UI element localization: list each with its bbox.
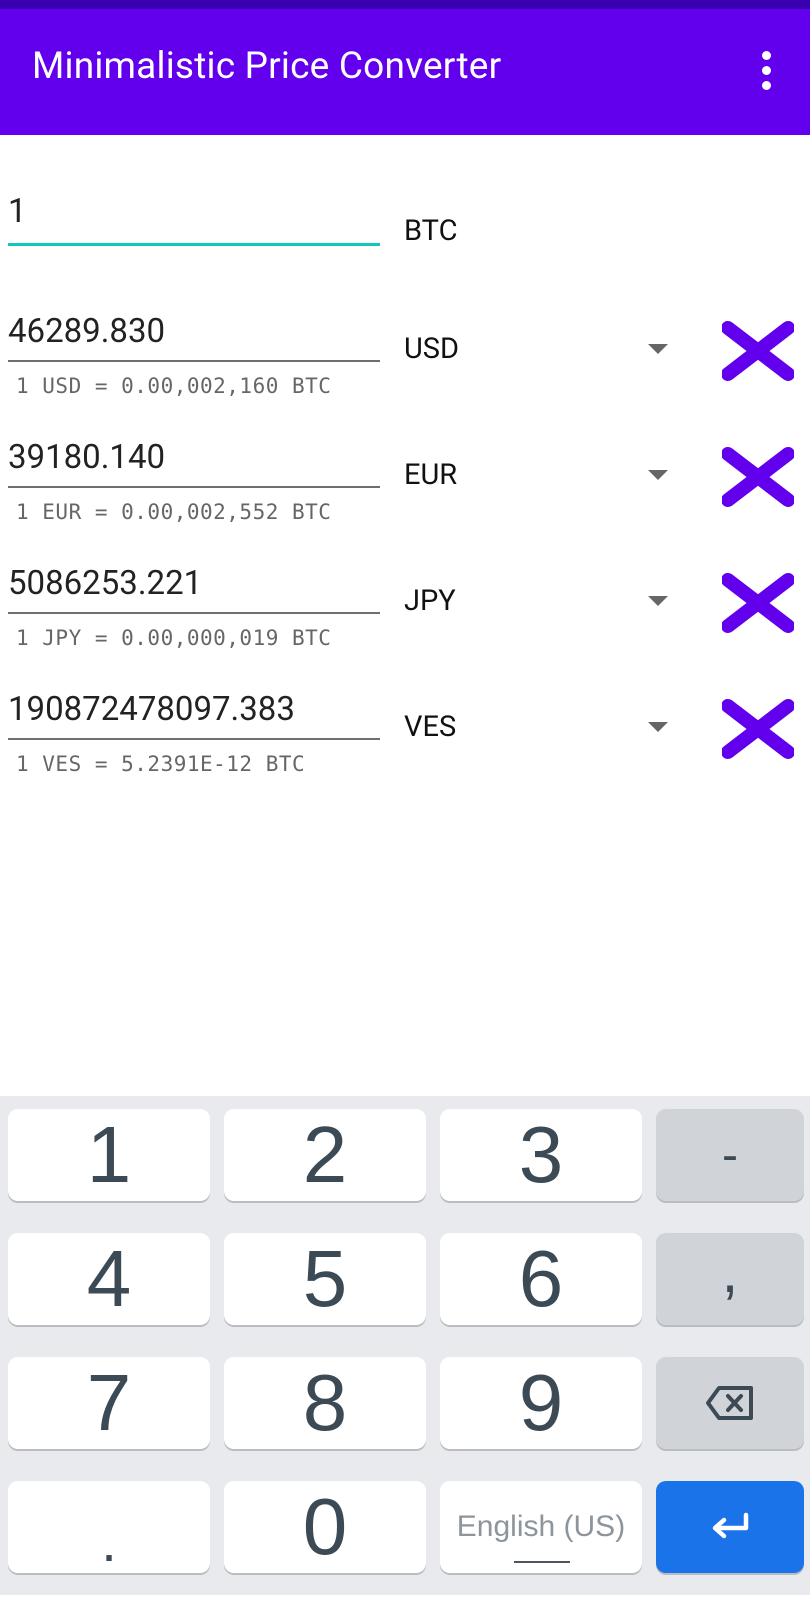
- currency-select[interactable]: EUR: [404, 458, 457, 492]
- amount-input[interactable]: 5086253.221: [8, 564, 380, 614]
- key-7[interactable]: 7: [8, 1357, 210, 1449]
- exchange-rate-text: 1 USD = 0.00,002,160 BTC: [16, 374, 332, 398]
- navigation-bar: [0, 1595, 810, 1600]
- enter-key[interactable]: [656, 1481, 804, 1573]
- key-0[interactable]: 0: [224, 1481, 426, 1573]
- input-underline: [8, 486, 380, 488]
- conversion-row-usd: 46289.830 USD 1 USD = 0.00,002,160 BTC: [0, 312, 810, 438]
- input-underline: [8, 243, 380, 246]
- conversion-row-ves: 190872478097.383 VES 1 VES = 5.2391E-12 …: [0, 690, 810, 816]
- amount-value: 5086253.221: [8, 564, 203, 603]
- exchange-rate-text: 1 EUR = 0.00,002,552 BTC: [16, 500, 332, 524]
- input-underline: [8, 360, 380, 362]
- exchange-rate-text: 1 JPY = 0.00,000,019 BTC: [16, 626, 332, 650]
- key-8[interactable]: 8: [224, 1357, 426, 1449]
- close-icon[interactable]: [722, 698, 794, 760]
- amount-value: 39180.140: [8, 438, 166, 477]
- input-underline: [8, 612, 380, 614]
- close-icon[interactable]: [722, 320, 794, 382]
- space-indicator: [514, 1561, 570, 1563]
- exchange-rate-text: 1 VES = 5.2391E-12 BTC: [16, 752, 306, 776]
- arrow-drop-down-icon[interactable]: [648, 596, 668, 606]
- key-5[interactable]: 5: [224, 1233, 426, 1325]
- key-minus[interactable]: -: [656, 1109, 804, 1201]
- currency-select[interactable]: USD: [404, 332, 459, 366]
- amount-input[interactable]: 190872478097.383: [8, 690, 380, 740]
- language-key[interactable]: English (US): [440, 1481, 642, 1573]
- conversion-row-eur: 39180.140 EUR 1 EUR = 0.00,002,552 BTC: [0, 438, 810, 564]
- base-amount-value: 1: [8, 192, 27, 231]
- key-3[interactable]: 3: [440, 1109, 642, 1201]
- more-vert-icon[interactable]: [750, 49, 784, 93]
- amount-value: 46289.830: [8, 312, 166, 351]
- arrow-drop-down-icon[interactable]: [648, 722, 668, 732]
- conversion-row-jpy: 5086253.221 JPY 1 JPY = 0.00,000,019 BTC: [0, 564, 810, 690]
- currency-select[interactable]: VES: [404, 710, 456, 744]
- keyboard-return-icon: [712, 1512, 749, 1539]
- key-period[interactable]: .: [8, 1481, 210, 1573]
- amount-input[interactable]: 46289.830: [8, 312, 380, 362]
- app-title: Minimalistic Price Converter: [32, 45, 502, 88]
- input-underline: [8, 738, 380, 740]
- key-2[interactable]: 2: [224, 1109, 426, 1201]
- backspace-icon: [706, 1386, 753, 1420]
- amount-value: 190872478097.383: [8, 690, 295, 729]
- key-6[interactable]: 6: [440, 1233, 642, 1325]
- key-4[interactable]: 4: [8, 1233, 210, 1325]
- arrow-drop-down-icon[interactable]: [648, 470, 668, 480]
- language-label: English (US): [456, 1510, 626, 1543]
- key-1[interactable]: 1: [8, 1109, 210, 1201]
- app-bar: Minimalistic Price Converter: [0, 9, 810, 135]
- currency-select[interactable]: JPY: [404, 584, 456, 618]
- backspace-key[interactable]: [656, 1357, 804, 1449]
- base-currency-label: BTC: [404, 214, 458, 248]
- key-9[interactable]: 9: [440, 1357, 642, 1449]
- key-comma[interactable]: ,: [656, 1233, 804, 1325]
- close-icon[interactable]: [722, 572, 794, 634]
- amount-input[interactable]: 39180.140: [8, 438, 380, 488]
- close-icon[interactable]: [722, 446, 794, 508]
- status-bar: [0, 0, 810, 9]
- numeric-keyboard: 1 2 3 - 4 5 6 , 7 8 9 . 0 English (US): [0, 1096, 810, 1600]
- arrow-drop-down-icon[interactable]: [648, 344, 668, 354]
- base-amount-input[interactable]: 1: [8, 190, 380, 246]
